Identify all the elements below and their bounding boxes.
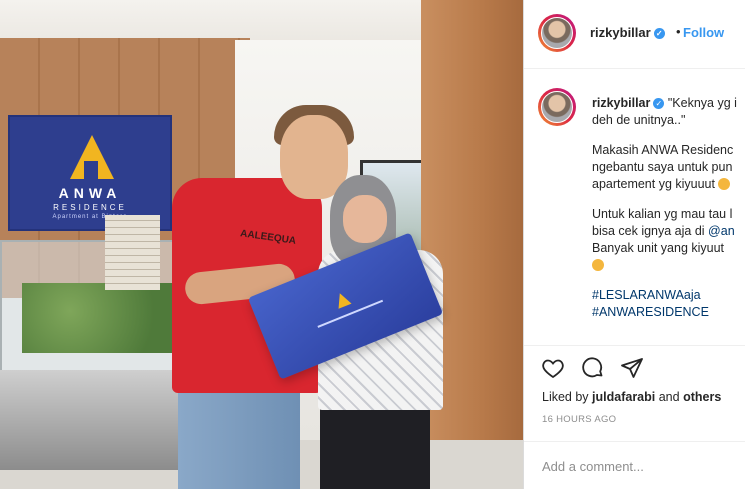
caption-username[interactable]: rizkybillar bbox=[592, 96, 650, 110]
avatar-icon bbox=[541, 91, 573, 123]
post-sidebar: rizkybillar ✓ • Follow rizkybillar ✓ "Kekn… bbox=[523, 0, 745, 489]
logo-sub: RESIDENCE bbox=[53, 203, 127, 212]
hashtag-link[interactable]: #LESLARANWAaja bbox=[592, 288, 701, 302]
comment-bar bbox=[524, 441, 745, 490]
comment-input[interactable] bbox=[542, 456, 732, 476]
action-bar bbox=[524, 345, 745, 386]
heart-icon[interactable] bbox=[541, 356, 565, 380]
model-base bbox=[0, 370, 190, 470]
woman-pants bbox=[320, 400, 430, 489]
logo-name: ANWA bbox=[58, 185, 122, 201]
instagram-post: ANWA RESIDENCE Apartment at Bintaro AALE… bbox=[0, 0, 745, 489]
caption-area: rizkybillar ✓ "Keknya yg i deh de unitnya… bbox=[524, 69, 745, 344]
caption-hashtags: #LESLARANWAaja #ANWARESIDENCE bbox=[592, 287, 745, 321]
caption-paragraph-3: Untuk kalian yg mau tau l bisa cek ignya… bbox=[592, 206, 745, 274]
caption-line-2: deh de unitnya.." bbox=[592, 113, 686, 127]
caption-paragraph-2: Makasih ANWA Residenc ngebantu saya untu… bbox=[592, 143, 734, 191]
comment-icon[interactable] bbox=[581, 356, 605, 380]
likes-summary: Liked by juldafarabi and others bbox=[542, 390, 722, 404]
header-username[interactable]: rizkybillar ✓ bbox=[590, 25, 665, 40]
avatar-icon bbox=[541, 17, 573, 49]
caption-avatar[interactable] bbox=[538, 88, 576, 126]
post-photo[interactable]: ANWA RESIDENCE Apartment at Bintaro AALE… bbox=[0, 0, 523, 489]
likes-user-link[interactable]: juldafarabi bbox=[592, 390, 655, 404]
header-separator: • bbox=[676, 24, 681, 39]
grinning-emoji-icon bbox=[592, 259, 604, 271]
model-landscape bbox=[22, 283, 182, 353]
caption-line-1: "Keknya yg i bbox=[667, 96, 737, 110]
post-header: rizkybillar ✓ • Follow bbox=[524, 0, 745, 69]
model-tower bbox=[105, 215, 160, 290]
likes-others-link[interactable]: others bbox=[683, 390, 721, 404]
follow-button[interactable]: Follow bbox=[683, 25, 724, 40]
caption-text: rizkybillar ✓ "Keknya yg i deh de unitnya… bbox=[592, 95, 745, 321]
verified-badge-icon: ✓ bbox=[653, 98, 665, 109]
caption-mention[interactable]: @an bbox=[708, 224, 735, 238]
anwa-logo-panel: ANWA RESIDENCE Apartment at Bintaro bbox=[8, 115, 172, 231]
smiling-emoji-icon bbox=[718, 178, 731, 190]
man-jeans bbox=[178, 380, 300, 489]
verified-badge-icon: ✓ bbox=[653, 28, 665, 39]
brochure-logo-icon bbox=[333, 290, 352, 309]
post-timestamp[interactable]: 16 HOURS AGO bbox=[542, 414, 616, 425]
header-avatar[interactable] bbox=[538, 14, 576, 52]
woman-face bbox=[343, 195, 387, 243]
hashtag-link[interactable]: #ANWARESIDENCE bbox=[592, 305, 709, 319]
share-icon[interactable] bbox=[620, 356, 644, 380]
